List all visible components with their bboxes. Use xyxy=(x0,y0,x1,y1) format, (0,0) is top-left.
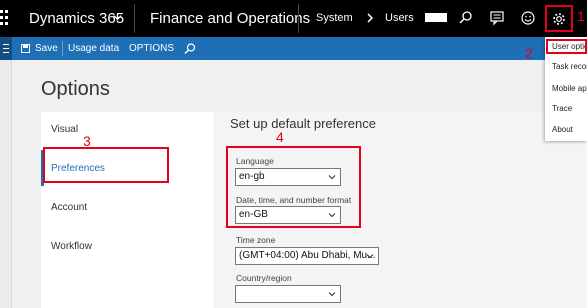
left-nav-strip xyxy=(0,60,12,308)
save-icon xyxy=(21,44,30,53)
brand-title[interactable]: Dynamics 365 xyxy=(29,0,124,37)
options-tab[interactable]: OPTIONS xyxy=(129,37,174,60)
annotation-2: 2 xyxy=(525,45,533,61)
chevron-right-icon xyxy=(367,13,374,23)
annotation-4: 4 xyxy=(276,129,284,145)
top-nav-bar: Dynamics 365 Finance and Operations Syst… xyxy=(0,0,587,37)
settings-menu: User optio Task recor Mobile ap Trace Ab… xyxy=(545,37,587,141)
menu-item-mobile-app[interactable]: Mobile ap xyxy=(552,84,587,93)
message-icon[interactable] xyxy=(489,10,505,26)
format-label: Date, time, and number format xyxy=(236,195,352,205)
divider xyxy=(298,4,299,33)
gear-icon[interactable] xyxy=(551,11,567,27)
preferences-highlight-box xyxy=(43,147,169,183)
search-icon[interactable] xyxy=(183,42,197,56)
user-options-highlight-box xyxy=(546,39,587,54)
country-label: Country/region xyxy=(236,273,292,283)
module-title[interactable]: Finance and Operations xyxy=(150,0,310,37)
language-select[interactable]: en-gb xyxy=(235,168,341,186)
divider xyxy=(134,4,135,33)
chevron-down-icon[interactable] xyxy=(113,13,122,22)
format-select[interactable]: en-GB xyxy=(235,206,341,224)
annotation-1: 1 xyxy=(577,8,585,24)
smiley-icon[interactable] xyxy=(520,10,536,26)
options-nav-panel: Visual Preferences Account Workflow xyxy=(41,112,214,308)
timezone-select[interactable]: (GMT+04:00) Abu Dhabi, Mu... xyxy=(235,247,379,265)
country-select[interactable] xyxy=(235,285,341,303)
menu-item-trace[interactable]: Trace xyxy=(552,104,587,113)
chevron-down-icon xyxy=(328,292,336,297)
redacted-company xyxy=(425,13,447,22)
section-title: Set up default preference xyxy=(230,116,376,131)
breadcrumb-users[interactable]: Users xyxy=(385,0,414,37)
nav-item-account[interactable]: Account xyxy=(51,202,87,213)
breadcrumb-system[interactable]: System xyxy=(316,0,353,37)
nav-item-visual[interactable]: Visual xyxy=(51,124,78,135)
page-title: Options xyxy=(41,78,110,100)
action-bar: Save Usage data OPTIONS xyxy=(0,37,587,60)
hamburger-icon[interactable] xyxy=(0,37,12,60)
format-value: en-GB xyxy=(239,209,268,220)
chevron-down-icon xyxy=(328,175,336,180)
divider xyxy=(62,41,63,56)
timezone-value: (GMT+04:00) Abu Dhabi, Mu... xyxy=(239,250,376,261)
language-value: en-gb xyxy=(239,171,265,182)
menu-item-task-recorder[interactable]: Task recor xyxy=(552,62,587,71)
menu-item-about[interactable]: About xyxy=(552,125,587,134)
save-button[interactable]: Save xyxy=(35,37,58,60)
timezone-label: Time zone xyxy=(236,235,276,245)
chevron-down-icon xyxy=(328,213,336,218)
language-label: Language xyxy=(236,156,274,166)
chevron-down-icon xyxy=(366,254,374,259)
usage-data-button[interactable]: Usage data xyxy=(68,37,119,60)
annotation-3: 3 xyxy=(83,133,91,149)
nav-item-workflow[interactable]: Workflow xyxy=(51,241,92,252)
search-icon[interactable] xyxy=(458,10,474,26)
app-launcher-icon[interactable] xyxy=(0,8,10,28)
